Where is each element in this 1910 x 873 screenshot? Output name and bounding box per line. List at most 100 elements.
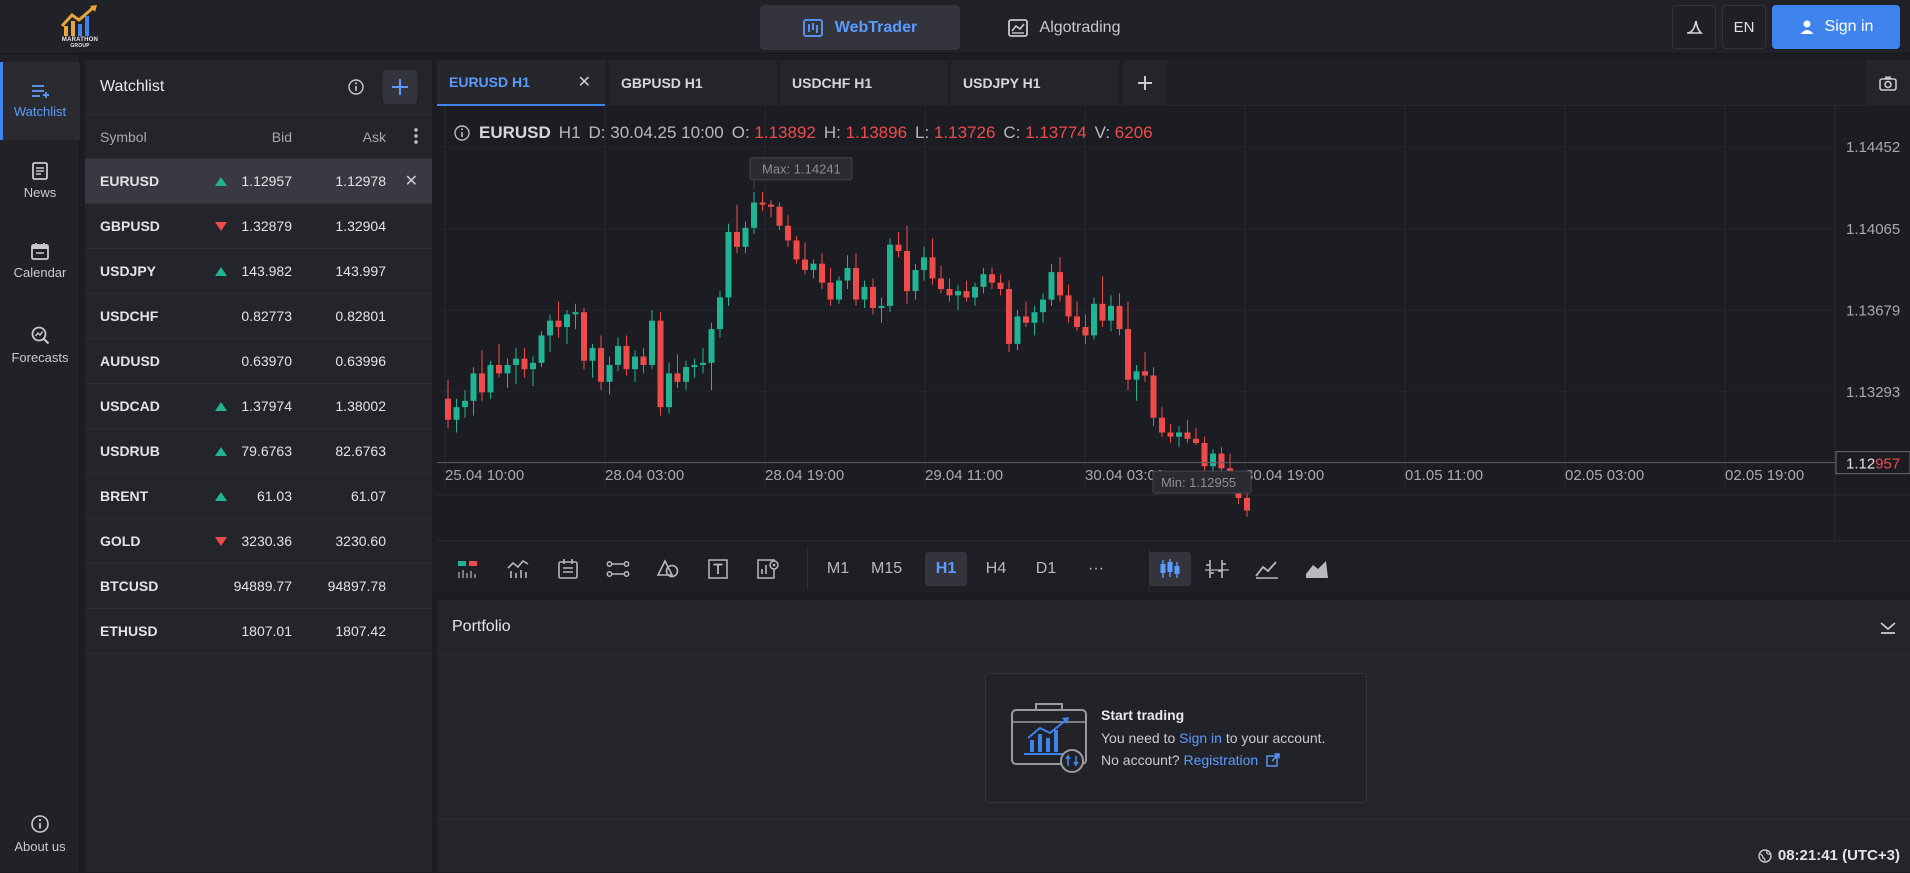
text-icon [708,559,728,579]
language-button[interactable]: EN [1722,5,1766,49]
chart-settings-icon [757,559,779,579]
watchlist-row[interactable]: USDCAD 1.37974 1.38002 [85,384,432,429]
watchlist-row[interactable]: USDJPY 143.982 143.997 [85,249,432,294]
nav-news[interactable]: News [0,142,80,220]
portfolio-panel: Portfolio Start trading You need to Sign… [437,600,1910,872]
remove-icon[interactable]: ✕ [405,171,418,191]
text-tool-button[interactable] [701,552,735,586]
timeframe-h4[interactable]: H4 [975,552,1017,586]
row-ask: 0.63996 [335,353,386,369]
chart-tab-usdchf[interactable]: USDCHF H1 [780,60,948,106]
row-bid: 1.32879 [241,218,292,234]
timeframe-m1[interactable]: M1 [817,552,859,586]
chart-settings-button[interactable] [751,552,785,586]
timeframe-more[interactable]: ··· [1075,552,1117,586]
row-symbol: BTCUSD [100,578,159,594]
sign-in-button[interactable]: Sign in [1772,5,1900,49]
row-symbol: ETHUSD [100,623,158,639]
nav-forecasts[interactable]: Forecasts [0,306,80,384]
candle-body [504,364,511,374]
candle-body [691,364,698,368]
area-chart-button[interactable] [1300,552,1334,586]
close-icon[interactable]: ✕ [578,72,591,92]
watchlist-row[interactable]: BTCUSD 94889.77 94897.78 [85,564,432,609]
candle-body [1006,289,1012,344]
brand-logo[interactable]: MARATHON GROUP [58,4,102,50]
x-tick-label: 28.04 19:00 [765,467,844,484]
x-tick-label: 28.04 03:00 [605,467,684,484]
column-symbol[interactable]: Symbol [100,129,147,145]
calendar-icon [31,243,49,260]
screenshot-button[interactable] [1866,60,1910,106]
registration-link[interactable]: Registration [1184,752,1281,768]
timeframe-m15[interactable]: M15 [865,552,908,586]
indicators-button[interactable] [501,552,535,586]
timeframe-h1[interactable]: H1 [925,552,967,586]
watchlist-row[interactable]: USDCHF 0.82773 0.82801 [85,294,432,339]
row-symbol: USDRUB [100,443,160,459]
x-tick-label: 02.05 03:00 [1565,467,1644,484]
watchlist-row[interactable]: AUDUSD 0.63970 0.63996 [85,339,432,384]
more-vertical-icon[interactable] [414,127,418,145]
candle-body [479,373,485,393]
chart-tab-eurusd[interactable]: EURUSD H1 ✕ [437,60,605,106]
watchlist-row[interactable]: BRENT 61.03 61.07 [85,474,432,519]
row-bid: 1.37974 [241,398,292,414]
nav-calendar[interactable]: Calendar [0,222,80,300]
collapse-icon[interactable] [1878,617,1898,637]
candle-body [640,356,647,365]
watchlist-info-button[interactable] [345,76,367,98]
trendline-tool-button[interactable] [601,552,635,586]
column-ask[interactable]: Ask [363,129,386,145]
ohlc-bars-icon [1205,560,1229,578]
trend-up-icon [215,176,227,186]
candle-body [1150,375,1157,418]
timeframe-d1[interactable]: D1 [1025,552,1067,586]
nav-about-label: About us [14,839,66,854]
column-bid[interactable]: Bid [272,129,292,145]
row-bid: 94889.77 [233,578,292,594]
events-button[interactable] [551,552,585,586]
watchlist-row[interactable]: ETHUSD 1807.01 1807.42 [85,609,432,654]
current-price-label: 1.12957 [1846,456,1900,473]
x-tick-label: 29.04 11:00 [925,467,1003,484]
sign-in-link[interactable]: Sign in [1179,730,1222,746]
watchlist-header: Watchlist [85,60,432,115]
info-icon[interactable] [453,124,471,142]
nav-watchlist[interactable]: Watchlist [0,62,80,140]
tab-webtrader[interactable]: WebTrader [760,5,960,50]
shapes-tool-button[interactable] [651,552,685,586]
line-chart-button[interactable] [1250,552,1284,586]
ohlc-timeframe: H1 [558,123,581,142]
row-ask: 82.6763 [335,443,386,459]
candle-body [895,244,902,252]
chart-tab-gbpusd[interactable]: GBPUSD H1 [609,60,777,106]
user-icon [1800,20,1814,34]
tab-algotrading[interactable]: Algotrading [964,5,1164,50]
watchlist-row[interactable]: USDRUB 79.6763 82.6763 [85,429,432,474]
price-chart[interactable]: 25.04 10:00 28.04 03:00 28.04 19:00 29.04 1… [437,106,1910,540]
candles-chart-button[interactable] [1149,552,1191,586]
watchlist-row[interactable]: GBPUSD 1.32879 1.32904 [85,204,432,249]
watchlist-add-button[interactable] [383,70,417,104]
watchlist-row[interactable]: EURUSD 1.12957 1.12978 ✕ [85,159,432,204]
row-ask: 143.997 [335,263,386,279]
trend-up-icon [215,446,227,456]
watchlist-row[interactable]: GOLD 3230.36 3230.60 [85,519,432,564]
row-ask: 1.38002 [335,398,386,414]
indicators-volume-button[interactable] [451,552,485,586]
candle-body [887,244,893,306]
theme-toggle-button[interactable] [1672,5,1716,49]
chart-toolbar: M1 M15 H1 H4 D1 ··· [437,540,1910,594]
candle-body [870,286,876,308]
watchlist-panel: Watchlist Symbol Bid Ask EURUSD 1.12957 1.… [85,60,432,872]
theme-icon [1687,20,1703,34]
candle-body [445,398,451,420]
tab-webtrader-label: WebTrader [834,18,918,36]
chart-tab-usdjpy[interactable]: USDJPY H1 [951,60,1119,106]
nav-about[interactable]: About us [0,795,80,873]
candle-body [725,232,732,298]
candle-body [674,373,681,382]
bars-chart-button[interactable] [1200,552,1234,586]
add-chart-tab-button[interactable] [1123,60,1167,106]
